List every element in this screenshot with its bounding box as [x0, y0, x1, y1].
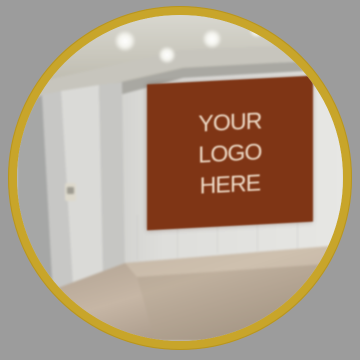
logo-placeholder-text: YOUR LOGO HERE	[198, 106, 262, 199]
logo-banner: YOUR LOGO HERE	[147, 75, 313, 231]
room-photo: YOUR LOGO HERE	[17, 15, 343, 341]
scene-background: YOUR LOGO HERE	[0, 0, 360, 360]
